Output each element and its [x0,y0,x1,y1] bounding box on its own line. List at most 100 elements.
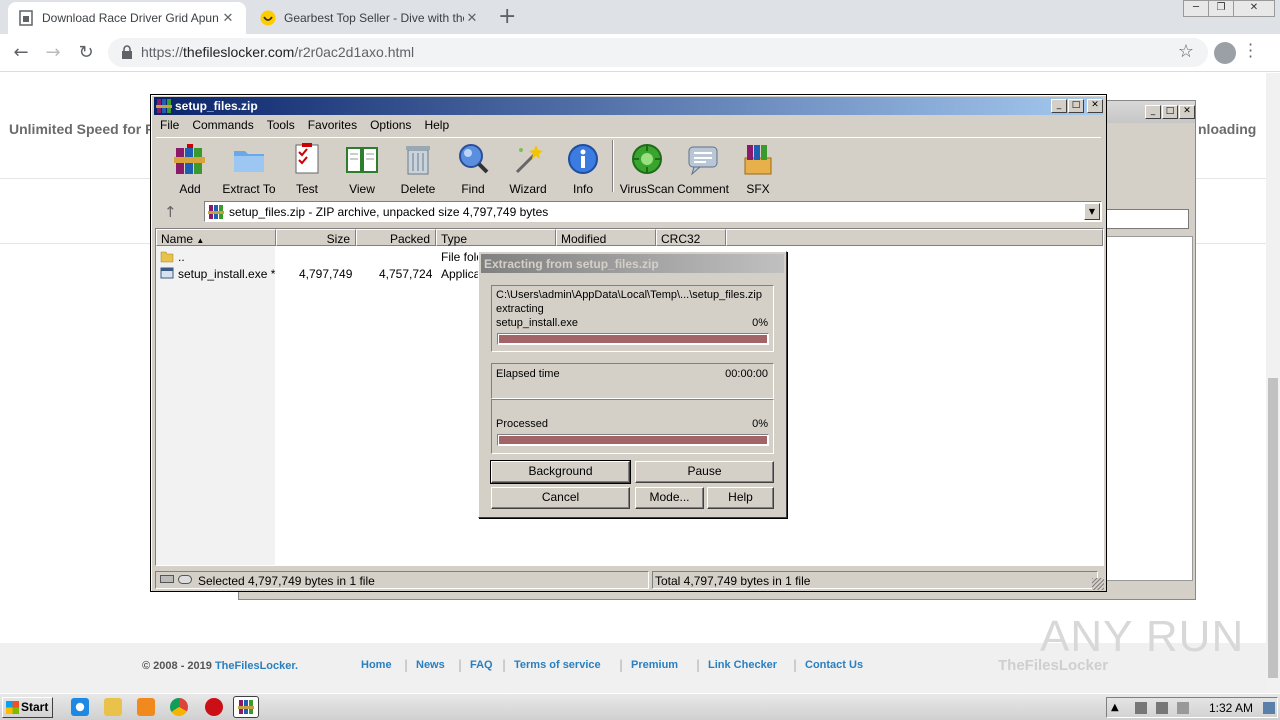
column-header-modified[interactable]: Modified [556,229,656,246]
footer-link-news[interactable]: News [416,659,445,671]
menu-options[interactable]: Options [364,116,418,134]
action-center-flag-icon[interactable] [1177,702,1189,714]
maximize-icon[interactable]: □ [1068,99,1084,113]
info-label: Info [572,182,593,196]
column-header-packed[interactable]: Packed [356,229,436,246]
resize-grip[interactable] [1092,578,1104,590]
menu-bar: File Commands Tools Favorites Options He… [154,116,456,134]
close-tab-icon[interactable]: ✕ [464,10,480,26]
footer-link-faq[interactable]: FAQ [470,659,493,671]
add-button[interactable]: Add [159,142,221,196]
row-packed: 4,757,724 [379,267,433,281]
address-bar[interactable]: https://thefileslocker.com/r2r0ac2d1axo.… [108,38,1208,67]
dropdown-arrow-icon[interactable]: ▼ [1084,203,1100,220]
background-button[interactable]: Background [490,460,631,484]
view-button[interactable]: View [331,142,393,196]
page-scrollbar[interactable] [1266,73,1280,693]
comment-button[interactable]: Comment [672,142,734,196]
column-header-name[interactable]: Name ▲ [156,229,276,246]
column-header-crc32[interactable]: CRC32 [656,229,726,246]
separator: | [619,658,624,672]
sfx-button[interactable]: SFX [727,142,789,196]
path-combobox[interactable]: setup_files.zip - ZIP archive, unpacked … [204,201,1102,222]
media-player-icon[interactable] [137,698,155,716]
test-button[interactable]: Test [276,142,338,196]
show-desktop-icon[interactable] [1263,702,1275,714]
network-icon[interactable] [1156,702,1168,714]
reload-icon[interactable]: ↻ [73,40,99,66]
volume-icon[interactable] [1135,702,1147,714]
gearbest-icon [260,10,276,26]
path-bar: ↑ setup_files.zip - ZIP archive, unpacke… [156,201,1102,223]
column-header-empty [726,229,1103,246]
minimize-window-icon[interactable]: ─ [1183,0,1209,17]
find-button[interactable]: Find [442,142,504,196]
close-tab-icon[interactable]: ✕ [220,10,236,26]
menu-file[interactable]: File [154,116,186,134]
maximize-icon[interactable]: □ [1162,105,1178,119]
tray-arrow-icon[interactable]: ▲ [1111,702,1123,714]
tab-active[interactable]: Download Race Driver Grid Apun Ka ✕ [8,2,246,34]
close-window-icon[interactable]: ✕ [1233,0,1275,17]
mode-button[interactable]: Mode... [635,487,704,509]
status-panel-right: Total 4,797,749 bytes in 1 file [652,571,1098,589]
forward-icon[interactable]: → [40,40,66,66]
action-text: extracting [496,303,544,315]
restore-window-icon[interactable]: ❐ [1208,0,1234,17]
wand-icon [515,145,543,174]
extract-to-button[interactable]: Extract To [218,142,280,196]
tab-title: Gearbest Top Seller - Dive with the C [284,11,464,25]
tab-gearbest[interactable]: Gearbest Top Seller - Dive with the C ✕ [250,2,490,34]
minimize-icon[interactable]: _ [1051,99,1067,113]
new-tab-icon[interactable]: + [498,6,516,28]
opera-icon[interactable] [205,698,223,716]
profile-avatar[interactable] [1214,42,1236,64]
name-column-bg [156,246,275,565]
column-header-size[interactable]: Size [276,229,356,246]
wizard-button[interactable]: Wizard [497,142,559,196]
menu-favorites[interactable]: Favorites [302,116,364,134]
footer-link-terms[interactable]: Terms of service [514,659,601,671]
lock-icon [122,45,132,59]
menu-help[interactable]: Help [418,116,456,134]
close-icon[interactable]: ✕ [1179,105,1195,119]
footer-link-premium[interactable]: Premium [631,659,678,671]
key-icon [178,575,192,584]
folder-icon [160,251,174,263]
scrollbar-thumb[interactable] [1268,378,1278,678]
footer-link-home[interactable]: Home [361,659,392,671]
cancel-button[interactable]: Cancel [491,487,630,509]
explorer-icon[interactable] [104,698,122,716]
background-field[interactable] [1099,209,1189,229]
close-icon[interactable]: ✕ [1087,99,1103,113]
winrar-taskbar-icon[interactable] [233,696,259,718]
footer-link-checker[interactable]: Link Checker [708,659,777,671]
bookmark-star-icon[interactable]: ☆ [1178,41,1194,62]
delete-button[interactable]: Delete [387,142,449,196]
chrome-icon[interactable] [170,698,188,716]
toolbar-separator [612,140,614,192]
column-header-type[interactable]: Type [436,229,556,246]
start-button[interactable]: Start [2,697,53,718]
footer-link-contact[interactable]: Contact Us [805,659,863,671]
info-button[interactable]: Info [552,142,614,196]
current-file-group: C:\Users\admin\AppData\Local\Temp\...\se… [491,285,774,352]
menu-dots-icon[interactable]: · · · [1248,37,1254,65]
processed-label: Processed [496,418,548,430]
separator: | [793,658,798,672]
minimize-icon[interactable]: _ [1145,105,1161,119]
test-label: Test [295,182,318,196]
help-button[interactable]: Help [707,487,774,509]
up-arrow-icon[interactable]: ↑ [164,203,177,221]
view-label: View [349,182,375,196]
back-icon[interactable]: ← [8,40,34,66]
ie-icon[interactable] [71,698,89,716]
virusscan-label: VirusScan [619,182,675,196]
pause-button[interactable]: Pause [635,461,774,483]
info-icon [568,144,598,174]
total-progress-fill [499,436,767,444]
menu-commands[interactable]: Commands [186,116,260,134]
menu-tools[interactable]: Tools [261,116,302,134]
virusscan-button[interactable]: VirusScan [616,142,678,196]
status-selected: Selected 4,797,749 bytes in 1 file [198,574,375,588]
